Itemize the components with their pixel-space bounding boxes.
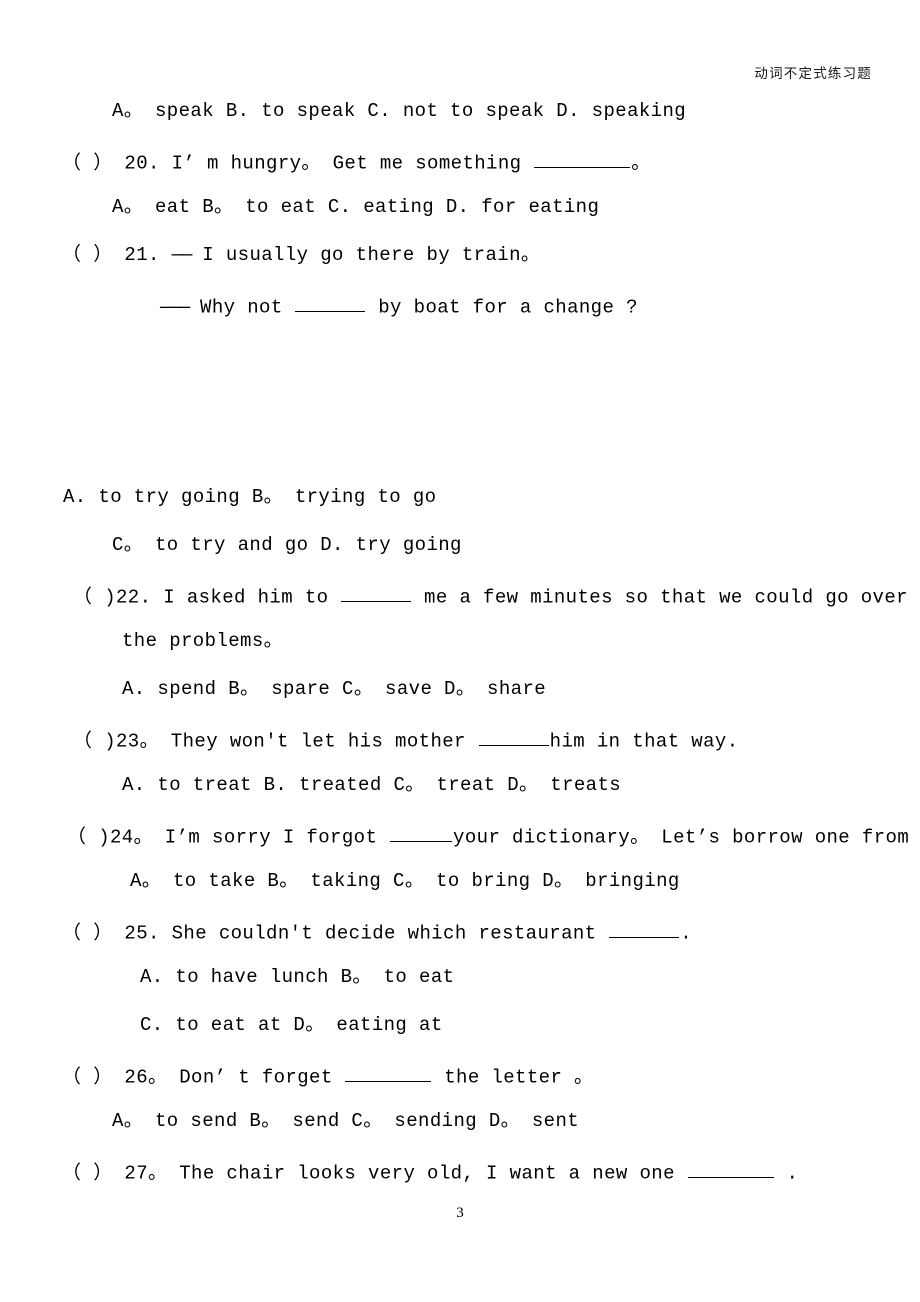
question-26-stem-text: （ ） 26。 Don’ t forget xyxy=(62,1066,345,1089)
question-22-stem-text: （ )22. I asked him to xyxy=(73,586,341,609)
question-24-blank[interactable] xyxy=(390,824,453,843)
question-25-stem: （ ） 25. She couldn't decide which restau… xyxy=(62,920,692,943)
question-22-stem-line-2: the problems。 xyxy=(122,630,284,652)
question-26-stem-end: the letter 。 xyxy=(432,1066,594,1089)
question-23-stem: （ )23。 They won't let his mother him in … xyxy=(73,728,739,751)
question-21-options-ab: A. to try going B。 trying to go xyxy=(63,486,437,508)
question-27-stem-text: （ ） 27。 The chair looks very old, I want… xyxy=(62,1162,687,1185)
em-dash-icon: ——— xyxy=(160,296,190,319)
question-27-stem-end: . xyxy=(774,1162,799,1185)
em-dash-icon: —— xyxy=(171,244,193,266)
question-20-stem: （ ） 20. I’ m hungry。 Get me something 。 xyxy=(62,150,651,173)
question-21-options-cd: C。 to try and go D. try going xyxy=(112,534,462,556)
question-24-stem-end: your dictionary。 Let’s borrow one from L… xyxy=(453,826,920,849)
question-26-blank[interactable] xyxy=(345,1064,432,1083)
question-20-stem-text: （ ） 20. I’ m hungry。 Get me something xyxy=(62,152,534,175)
question-27-stem: （ ） 27。 The chair looks very old, I want… xyxy=(62,1160,798,1183)
question-27-blank[interactable] xyxy=(687,1160,774,1179)
question-21-speaker-2-text: Why not xyxy=(188,296,295,319)
question-25-blank[interactable] xyxy=(609,920,680,939)
question-21-speaker-2-end: by boat for a change ? xyxy=(366,296,638,319)
question-24-options: A。 to take B。 taking C。 to bring D。 brin… xyxy=(130,870,680,892)
question-26-stem: （ ） 26。 Don’ t forget the letter 。 xyxy=(62,1064,593,1087)
question-23-options: A. to treat B. treated C。 treat D。 treat… xyxy=(122,774,622,796)
question-19-options: A。 speak B. to speak C. not to speak D. … xyxy=(112,100,687,122)
question-20-stem-end: 。 xyxy=(631,152,651,175)
question-23-stem-end: him in that way. xyxy=(549,730,739,753)
question-25-stem-text: （ ） 25. She couldn't decide which restau… xyxy=(62,922,609,945)
question-21-stem-line-1: （ ） 21. —— I usually go there by train。 xyxy=(62,246,540,265)
question-25-options-ab: A. to have lunch B。 to eat xyxy=(140,966,455,988)
question-25-stem-end: . xyxy=(680,922,693,945)
question-23-stem-text: （ )23。 They won't let his mother xyxy=(73,730,478,753)
question-21-stem-line-2: ——— Why not by boat for a change ? xyxy=(160,294,638,317)
page-number: 3 xyxy=(456,1205,464,1221)
question-22-options: A. spend B。 spare C。 save D。 share xyxy=(122,678,547,700)
question-22-stem-end: me a few minutes so that we could go ove… xyxy=(412,586,920,609)
question-22-stem-line-1: （ )22. I asked him to me a few minutes s… xyxy=(73,584,920,607)
page-header-title: 动词不定式练习题 xyxy=(754,66,872,82)
worksheet-page: 动词不定式练习题 A。 speak B. to speak C. not to … xyxy=(0,0,920,1302)
question-23-blank[interactable] xyxy=(478,728,549,747)
question-25-options-cd: C. to eat at D。 eating at xyxy=(140,1014,443,1036)
question-20-options: A。 eat B。 to eat C. eating D. for eating xyxy=(112,196,600,218)
question-21-marker: （ ） 21. xyxy=(62,244,172,266)
question-24-stem-text: （ )24。 I’m sorry I forgot xyxy=(67,826,390,849)
question-20-blank[interactable] xyxy=(534,150,631,169)
question-21-speaker-1-text: I usually go there by train。 xyxy=(190,244,541,266)
question-21-blank[interactable] xyxy=(295,294,366,313)
question-24-stem: （ )24。 I’m sorry I forgot your dictionar… xyxy=(67,824,920,847)
question-22-blank[interactable] xyxy=(341,584,412,603)
question-26-options: A。 to send B。 send C。 sending D。 sent xyxy=(112,1110,580,1132)
